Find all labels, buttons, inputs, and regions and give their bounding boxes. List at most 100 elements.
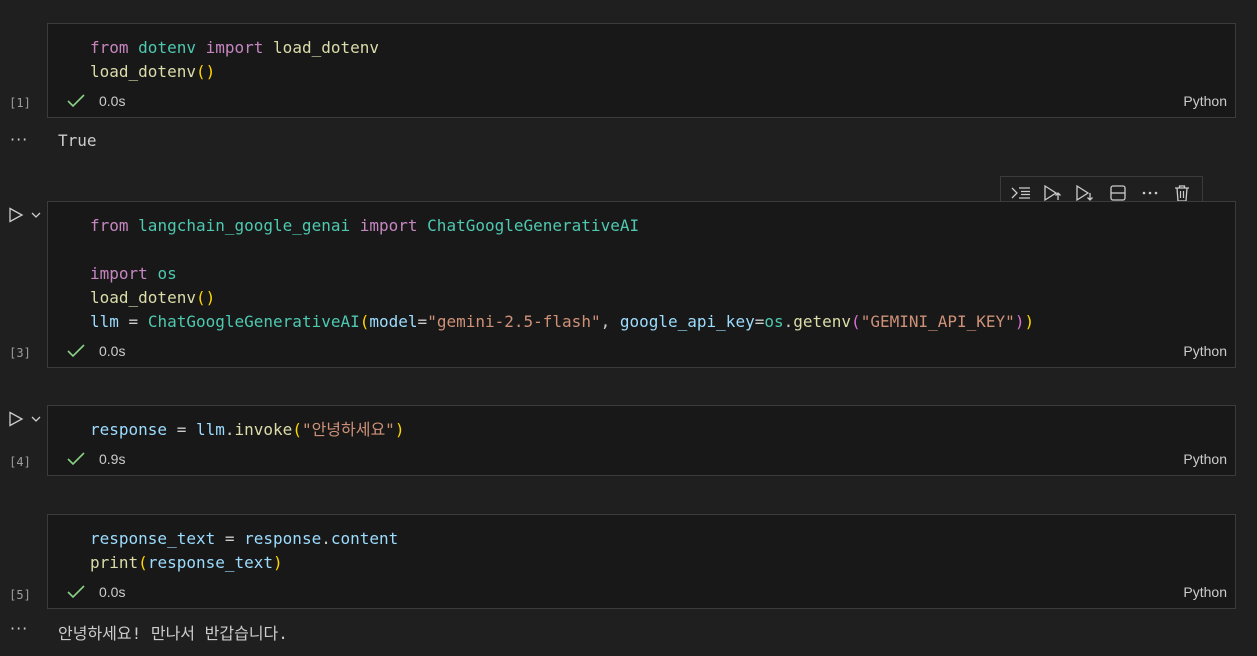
code-editor[interactable]: from langchain_google_genai import ChatG… <box>90 214 1034 334</box>
code-token: "gemini-2.5-flash" <box>427 312 601 331</box>
code-line: response_text = response.content <box>90 527 398 551</box>
code-token: from <box>90 216 129 235</box>
code-token: ChatGoogleGenerativeAI <box>147 312 360 331</box>
execution-time: 0.0s <box>99 584 126 600</box>
code-token: ChatGoogleGenerativeAI <box>427 216 640 235</box>
code-token: llm <box>195 420 225 439</box>
code-token: ( <box>138 553 148 572</box>
execution-count: [3] <box>9 346 31 360</box>
code-token: ) <box>273 553 283 572</box>
code-token: ( <box>359 312 370 331</box>
code-token: () <box>195 62 216 81</box>
code-token: ) <box>394 420 405 439</box>
code-cell-1[interactable]: from dotenv import load_dotenv load_doten… <box>47 23 1236 118</box>
chevron-down-icon[interactable] <box>30 413 42 425</box>
code-line: load_dotenv() <box>90 60 379 84</box>
code-token: dotenv <box>138 38 196 57</box>
code-token: "안녕하세요" <box>301 420 395 439</box>
execution-count: [5] <box>9 588 31 602</box>
code-token: import <box>359 216 418 235</box>
check-icon <box>67 452 85 466</box>
code-token: import <box>205 38 264 57</box>
code-token: "GEMINI_API_KEY" <box>860 312 1015 331</box>
code-token: langchain_google_genai <box>138 216 351 235</box>
ellipsis-icon[interactable]: ··· <box>10 619 28 638</box>
run-cell-icon[interactable] <box>8 411 24 427</box>
code-token: response_text <box>147 553 274 572</box>
code-editor[interactable]: response = llm.invoke("안녕하세요") <box>90 418 404 442</box>
code-line: response = llm.invoke("안녕하세요") <box>90 418 404 442</box>
cell-status-bar: 0.0s Python <box>48 337 1235 367</box>
cell-output: True <box>58 131 97 150</box>
code-token: , <box>600 312 620 331</box>
code-token: load_dotenv <box>90 288 196 307</box>
code-token: . <box>321 529 331 548</box>
code-line: import os <box>90 262 1034 286</box>
code-token: invoke <box>234 420 293 439</box>
code-token: = <box>118 312 148 331</box>
code-token: response_text <box>90 529 216 548</box>
execution-count: [4] <box>9 455 31 469</box>
code-token: llm <box>90 312 119 331</box>
execution-time: 0.0s <box>99 343 126 359</box>
code-token: () <box>195 288 216 307</box>
code-token: os <box>764 312 784 331</box>
run-cell-icon[interactable] <box>8 207 24 223</box>
cell-status-bar: 0.9s Python <box>48 445 1235 475</box>
code-token: ) <box>1024 312 1035 331</box>
cell-status-bar: 0.0s Python <box>48 87 1235 117</box>
code-token: from <box>90 38 129 57</box>
code-line: load_dotenv() <box>90 286 1034 310</box>
code-token: . <box>783 312 794 331</box>
chevron-down-icon[interactable] <box>30 209 42 221</box>
code-token: os <box>157 264 177 283</box>
code-token: load_dotenv <box>90 62 196 81</box>
code-token: = <box>167 420 196 439</box>
code-token: getenv <box>793 312 852 331</box>
code-cell-5[interactable]: response_text = response.content print(re… <box>47 514 1236 609</box>
check-icon <box>67 94 85 108</box>
cell-status-bar: 0.0s Python <box>48 578 1235 608</box>
code-token: ( <box>292 420 302 439</box>
code-token: print <box>90 553 139 572</box>
code-token: google_api_key <box>619 312 755 331</box>
execution-time: 0.0s <box>99 93 126 109</box>
code-line: from langchain_google_genai import ChatG… <box>90 214 1034 238</box>
language-label[interactable]: Python <box>1183 451 1227 467</box>
language-label[interactable]: Python <box>1183 93 1227 109</box>
code-token: response <box>244 529 322 548</box>
execution-count: [1] <box>9 96 31 110</box>
code-editor[interactable]: response_text = response.content print(re… <box>90 527 398 575</box>
code-editor[interactable]: from dotenv import load_dotenv load_doten… <box>90 36 379 84</box>
code-token: content <box>330 529 399 548</box>
code-line: from dotenv import load_dotenv <box>90 36 379 60</box>
code-token: ) <box>1014 312 1025 331</box>
code-token: import <box>90 264 148 283</box>
cell-output: 안녕하세요! 만나서 반갑습니다. <box>58 624 288 643</box>
code-token: = <box>754 312 765 331</box>
check-icon <box>67 585 85 599</box>
code-line: llm = ChatGoogleGenerativeAI(model="gemi… <box>90 310 1034 334</box>
code-cell-4[interactable]: response = llm.invoke("안녕하세요") 0.9s Pyth… <box>47 405 1236 476</box>
code-line: print(response_text) <box>90 551 398 575</box>
code-token: response <box>90 420 168 439</box>
language-label[interactable]: Python <box>1183 343 1227 359</box>
execution-time: 0.9s <box>99 451 126 467</box>
code-token: ( <box>851 312 861 331</box>
code-token: load_dotenv <box>273 38 380 57</box>
code-token: model <box>369 312 418 331</box>
code-token: = <box>215 529 245 548</box>
code-token: . <box>224 420 235 439</box>
code-cell-3[interactable]: from langchain_google_genai import ChatG… <box>47 201 1236 368</box>
language-label[interactable]: Python <box>1183 584 1227 600</box>
ellipsis-icon[interactable]: ··· <box>10 130 28 149</box>
check-icon <box>67 344 85 358</box>
